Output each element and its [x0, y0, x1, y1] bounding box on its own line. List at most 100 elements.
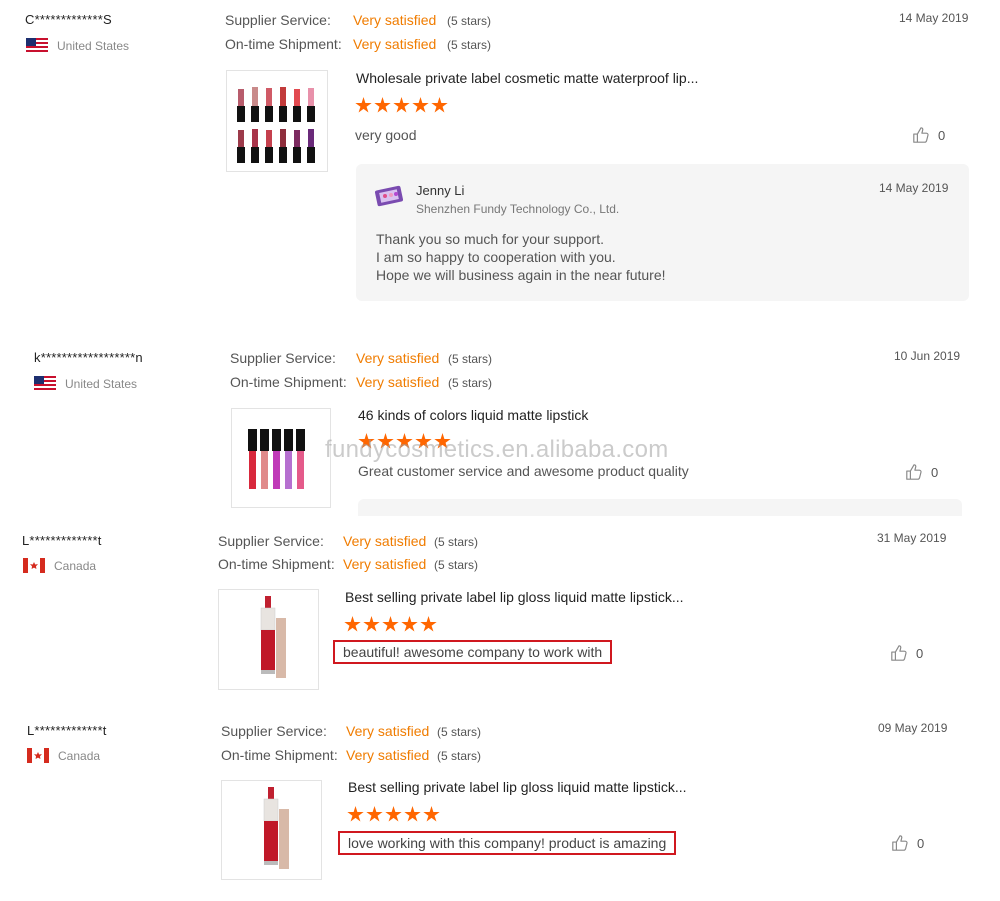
reply-author-name: Jenny Li: [416, 183, 465, 198]
review-date: 14 May 2019: [899, 11, 969, 25]
supplier-service-label: Supplier Service:: [230, 350, 336, 366]
supplier-service-label: Supplier Service:: [225, 12, 331, 28]
supplier-service-stars: (5 stars): [448, 352, 493, 366]
thumbs-up-icon: [892, 835, 908, 851]
star-icon: [382, 616, 399, 632]
product-title-link[interactable]: 46 kinds of colors liquid matte lipstick: [358, 407, 588, 423]
like-button[interactable]: 0: [890, 644, 923, 662]
thumbs-up-icon: [913, 127, 929, 143]
supplier-service-stars: (5 stars): [434, 535, 479, 549]
canada-flag-icon: [23, 558, 45, 573]
us-flag-icon: [34, 376, 56, 391]
buyer-name: L*************t: [27, 723, 107, 738]
supplier-avatar-icon: [374, 185, 404, 207]
lip-gloss-image: [263, 787, 289, 869]
star-icon: [344, 616, 361, 632]
buyer-country: Canada: [23, 558, 96, 573]
buyer-name: C*************S: [25, 12, 112, 27]
review-comment: very good: [355, 127, 417, 143]
supplier-service-stars: (5 stars): [437, 725, 482, 739]
product-title-link[interactable]: Wholesale private label cosmetic matte w…: [356, 70, 698, 86]
star-icon: [404, 806, 421, 822]
ontime-shipment-label: On-time Shipment:: [221, 747, 338, 763]
review-comment: beautiful! awesome company to work with: [333, 640, 613, 664]
like-button[interactable]: 0: [891, 834, 924, 852]
star-icon: [420, 616, 437, 632]
product-rating-stars: [344, 616, 437, 633]
ontime-shipment-value: Very satisfied: [356, 374, 440, 390]
star-icon: [374, 97, 391, 113]
star-icon: [393, 97, 410, 113]
ontime-shipment-stars: (5 stars): [448, 376, 493, 390]
ontime-shipment-label: On-time Shipment:: [230, 374, 347, 390]
star-icon: [366, 806, 383, 822]
star-icon: [363, 616, 380, 632]
ontime-shipment-label: On-time Shipment:: [225, 36, 342, 52]
ontime-shipment-stars: (5 stars): [447, 38, 492, 52]
us-flag-icon: [26, 38, 48, 53]
product-title-link[interactable]: Best selling private label lip gloss liq…: [345, 589, 684, 605]
reply-text-line: Thank you so much for your support.: [376, 231, 604, 247]
ontime-shipment-value: Very satisfied: [346, 747, 430, 763]
buyer-name: L*************t: [22, 533, 102, 548]
reply-date: 14 May 2019: [879, 181, 949, 195]
liquid-lipstick-set-image: [248, 429, 305, 489]
review-date: 09 May 2019: [878, 721, 948, 735]
review-date: 10 Jun 2019: [894, 349, 961, 363]
supplier-service-value: Very satisfied: [343, 533, 427, 549]
supplier-service-label: Supplier Service:: [221, 723, 327, 739]
product-rating-stars: [347, 806, 440, 823]
reply-text-line: Hope we will business again in the near …: [376, 267, 666, 283]
star-icon: [401, 616, 418, 632]
review-item: L*************t Canada Supplier Service:…: [0, 710, 1000, 895]
thumbs-up-icon: [906, 464, 922, 480]
product-title-link[interactable]: Best selling private label lip gloss liq…: [348, 779, 687, 795]
buyer-country: United States: [34, 376, 137, 391]
supplier-service-label: Supplier Service:: [218, 533, 324, 549]
ontime-shipment-stars: (5 stars): [434, 558, 479, 572]
ontime-shipment-value: Very satisfied: [353, 36, 437, 52]
like-count: 0: [916, 645, 924, 661]
country-name: Canada: [54, 558, 97, 573]
product-thumbnail[interactable]: [218, 589, 319, 690]
supplier-reply: Jenny Li Shenzhen Fundy Technology Co., …: [356, 164, 969, 301]
product-thumbnail[interactable]: [231, 408, 331, 508]
supplier-reply: [358, 499, 962, 516]
ontime-shipment-value: Very satisfied: [343, 556, 427, 572]
supplier-service-value: Very satisfied: [346, 723, 430, 739]
star-icon: [423, 806, 440, 822]
like-button[interactable]: 0: [905, 463, 938, 481]
supplier-service-value: Very satisfied: [356, 350, 440, 366]
review-date: 31 May 2019: [877, 531, 947, 545]
star-icon: [385, 806, 402, 822]
review-item: C*************S United States Supplier S…: [0, 0, 1000, 330]
reply-text-line: I am so happy to cooperation with you.: [376, 249, 616, 265]
buyer-name: k******************n: [34, 350, 143, 365]
ontime-shipment-stars: (5 stars): [437, 749, 482, 763]
canada-flag-icon: [27, 748, 49, 763]
country-name: United States: [65, 376, 138, 391]
buyer-country: Canada: [27, 748, 100, 763]
like-count: 0: [931, 464, 939, 480]
star-icon: [431, 97, 448, 113]
supplier-service-stars: (5 stars): [447, 14, 492, 28]
buyer-country: United States: [26, 38, 129, 53]
ontime-shipment-label: On-time Shipment:: [218, 556, 335, 572]
lip-gloss-image: [260, 596, 286, 678]
country-name: United States: [57, 38, 130, 53]
star-icon: [347, 806, 364, 822]
review-comment: Great customer service and awesome produ…: [358, 463, 689, 479]
like-count: 0: [938, 127, 946, 143]
review-item: k******************n United States Suppl…: [0, 338, 1000, 516]
review-item: L*************t Canada Supplier Service:…: [0, 520, 1000, 700]
country-name: Canada: [58, 748, 101, 763]
review-comment: love working with this company! product …: [338, 831, 677, 855]
product-thumbnail[interactable]: [221, 780, 322, 880]
like-count: 0: [917, 835, 925, 851]
star-icon: [412, 97, 429, 113]
product-thumbnail[interactable]: [226, 70, 328, 172]
site-watermark: fundycosmetics.en.alibaba.com: [325, 436, 669, 463]
star-icon: [355, 97, 372, 113]
like-button[interactable]: 0: [912, 126, 945, 144]
lipstick-set-image: [237, 87, 315, 163]
